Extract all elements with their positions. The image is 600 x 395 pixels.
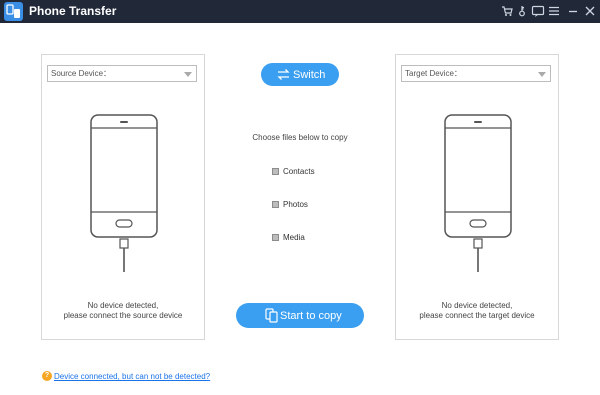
target-no-device-message: No device detected, xyxy=(441,301,513,310)
switch-button-label: Switch xyxy=(293,69,326,81)
source-device-panel: Source Device： No device detected, pleas… xyxy=(41,54,205,340)
contacts-checkbox[interactable] xyxy=(272,168,279,175)
media-checkbox[interactable] xyxy=(272,234,279,241)
start-copy-button[interactable]: Start to copy xyxy=(236,303,364,328)
photos-checkbox[interactable] xyxy=(272,201,279,208)
photos-label: Photos xyxy=(283,200,308,209)
phone-illustration-icon xyxy=(89,114,159,275)
device-detection-help-link[interactable]: Device connected, but can not be detecte… xyxy=(54,372,210,382)
chevron-down-icon[interactable] xyxy=(184,72,192,77)
target-connect-message: please connect the target device xyxy=(419,311,535,320)
title-bar: Phone Transfer xyxy=(0,0,600,23)
minimize-icon[interactable] xyxy=(566,4,580,18)
menu-icon[interactable] xyxy=(547,4,561,18)
target-device-select-label: Target Device： xyxy=(405,69,462,78)
source-device-select[interactable]: Source Device： xyxy=(47,65,197,82)
switch-button[interactable]: Switch xyxy=(261,63,339,86)
target-device-select[interactable]: Target Device： xyxy=(401,65,551,82)
source-no-device-message: No device detected, xyxy=(87,301,159,310)
phone-illustration-icon xyxy=(443,114,513,275)
start-copy-button-label: Start to copy xyxy=(280,310,342,322)
app-logo-icon xyxy=(4,2,23,21)
media-label: Media xyxy=(283,233,305,242)
target-device-panel: Target Device： No device detected, pleas… xyxy=(395,54,559,340)
close-icon[interactable] xyxy=(583,4,597,18)
cart-icon[interactable] xyxy=(500,4,514,18)
copy-icon xyxy=(265,308,278,328)
switch-arrows-icon xyxy=(277,68,290,86)
key-icon[interactable] xyxy=(515,4,529,18)
chat-icon[interactable] xyxy=(531,4,545,18)
contacts-label: Contacts xyxy=(283,167,315,176)
question-icon: ? xyxy=(42,371,52,381)
chevron-down-icon[interactable] xyxy=(538,72,546,77)
app-title: Phone Transfer xyxy=(29,4,117,18)
source-connect-message: please connect the source device xyxy=(63,311,183,320)
source-device-select-label: Source Device： xyxy=(51,69,112,78)
choose-files-label: Choose files below to copy xyxy=(252,133,348,142)
